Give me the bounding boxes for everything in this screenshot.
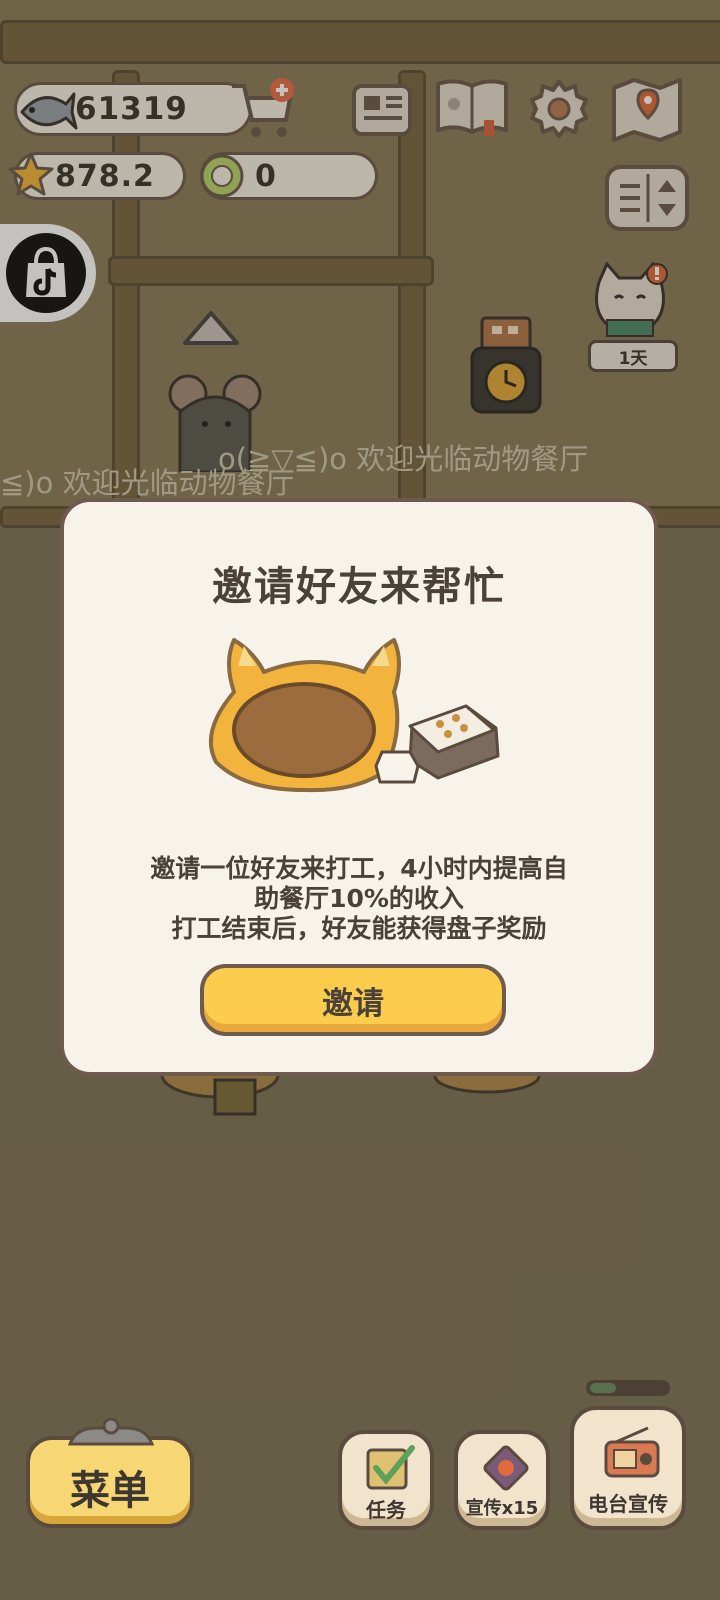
menu-button[interactable]: 菜单: [26, 1436, 194, 1528]
promo-button[interactable]: 宣传x15: [454, 1430, 550, 1530]
dialog-description: 邀请一位好友来打工，4小时内提高自 助餐厅10%的收入 打工结束后，好友能获得盘…: [94, 854, 624, 944]
dialog-title: 邀请好友来帮忙: [212, 564, 506, 610]
desc-line-1: 邀请一位好友来打工，4小时内提高自: [150, 854, 568, 883]
tasks-label: 任务: [366, 1498, 406, 1522]
radio-label: 电台宣传: [588, 1492, 668, 1516]
desc-line-3: 打工结束后，好友能获得盘子奖励: [171, 914, 547, 943]
radio-promo-button[interactable]: 电台宣传: [570, 1406, 686, 1530]
invite-friend-dialog: 邀请好友来帮忙 邀请一位好友来打工，4小时内提高自 助餐厅10%的收入 打工结束…: [60, 498, 658, 1076]
menu-clip-icon: [67, 1417, 155, 1446]
invite-button[interactable]: 邀请: [200, 964, 506, 1036]
radio-icon: [604, 1426, 660, 1478]
tasks-button[interactable]: 任务: [338, 1430, 434, 1530]
desc-line-2: 助餐厅10%的收入: [254, 884, 464, 913]
menu-label: 菜单: [70, 1468, 150, 1514]
cat-bed-illustration: [208, 638, 500, 793]
promo-label: 宣传x15: [465, 1498, 539, 1519]
promo-ticket-icon: [483, 1445, 529, 1491]
checkbox-icon: [366, 1445, 415, 1490]
